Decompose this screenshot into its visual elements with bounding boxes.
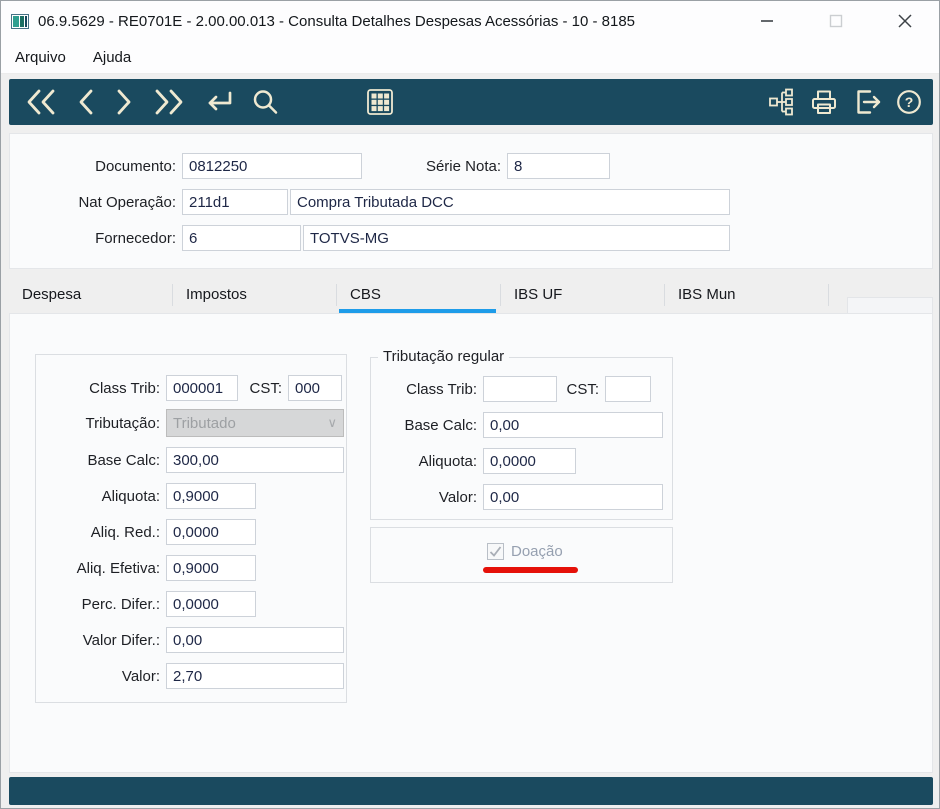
fornecedor-code-input[interactable] (182, 225, 301, 251)
window-title: 06.9.5629 - RE0701E - 2.00.00.013 - Cons… (38, 12, 636, 30)
valor-label: Valor: (121, 667, 160, 685)
valor-input[interactable] (166, 663, 344, 689)
maximize-button[interactable] (801, 1, 870, 41)
help-icon[interactable]: ? (895, 88, 923, 116)
close-button[interactable] (870, 1, 939, 41)
exit-icon[interactable] (852, 88, 882, 116)
tab-cbs[interactable]: CBS (337, 279, 501, 313)
tributacao-regular-title: Tributação regular (378, 348, 510, 365)
tributacao-label: Tributação: (85, 414, 160, 432)
tab-ibs-uf[interactable]: IBS UF (501, 279, 665, 313)
menu-item-ajuda[interactable]: Ajuda (93, 49, 131, 66)
menu-item-arquivo[interactable]: Arquivo (15, 49, 66, 66)
tab-impostos[interactable]: Impostos (173, 279, 337, 313)
class-trib-label: Class Trib: (89, 379, 160, 397)
search-icon[interactable] (251, 88, 279, 116)
regular-class-trib-label: Class Trib: (406, 380, 477, 398)
maximize-icon (829, 14, 842, 28)
regular-aliquota-label: Aliquota: (418, 452, 477, 470)
base-calc-input[interactable] (166, 447, 344, 473)
title-bar: 06.9.5629 - RE0701E - 2.00.00.013 - Cons… (1, 1, 939, 41)
class-trib-input[interactable] (166, 375, 238, 401)
fornecedor-label: Fornecedor: (95, 229, 176, 247)
last-record-icon[interactable] (151, 87, 185, 117)
documento-input[interactable] (182, 153, 362, 179)
toolbar-right-group: ? (768, 88, 923, 116)
menu-bar: Arquivo Ajuda (1, 41, 939, 74)
nat-operacao-label: Nat Operação: (78, 193, 176, 211)
cbs-tab-panel: Class Trib: CST: Tributação: Tributado ∨… (9, 313, 933, 773)
window-controls (732, 1, 939, 41)
next-record-icon[interactable] (113, 87, 135, 117)
aliq-red-input[interactable] (166, 519, 256, 545)
nat-operacao-code-input[interactable] (182, 189, 288, 215)
aliquota-label: Aliquota: (101, 487, 160, 505)
doacao-checkbox[interactable] (487, 543, 504, 560)
valor-difer-label: Valor Difer.: (82, 631, 160, 649)
regular-class-trib-input[interactable] (483, 376, 557, 402)
perc-difer-label: Perc. Difer.: (81, 595, 160, 613)
annotation-red-underline (483, 567, 578, 573)
regular-cst-input[interactable] (605, 376, 651, 402)
footer-bar (9, 777, 933, 805)
tab-ibs-mun[interactable]: IBS Mun (665, 279, 829, 313)
aliq-efetiva-input[interactable] (166, 555, 256, 581)
regular-cst-label: CST: (566, 380, 599, 398)
first-record-icon[interactable] (25, 87, 59, 117)
chevron-down-icon: ∨ (327, 415, 337, 430)
svg-text:?: ? (905, 94, 914, 110)
tab-despesa[interactable]: Despesa (9, 279, 173, 313)
aliquota-input[interactable] (166, 483, 256, 509)
tributacao-select[interactable]: Tributado ∨ (166, 409, 344, 437)
close-icon (897, 14, 912, 28)
valor-difer-input[interactable] (166, 627, 344, 653)
fornecedor-desc-input[interactable] (303, 225, 730, 251)
serie-nota-label: Série Nota: (425, 157, 501, 175)
previous-record-icon[interactable] (75, 87, 97, 117)
minimize-icon (760, 20, 773, 22)
tab-bar: Despesa Impostos CBS IBS UF IBS Mun (9, 279, 933, 313)
cst-label: CST: (249, 379, 282, 397)
cst-input[interactable] (288, 375, 342, 401)
tributacao-regular-group: Tributação regular Class Trib: CST: Base… (370, 348, 673, 520)
tab-bar-corner (847, 297, 933, 313)
regular-base-calc-label: Base Calc: (404, 416, 477, 434)
regular-aliquota-input[interactable] (483, 448, 576, 474)
doacao-label: Doação (511, 543, 563, 560)
app-icon (11, 13, 29, 29)
cbs-fields-group: Class Trib: CST: Tributação: Tributado ∨… (35, 354, 347, 703)
regular-base-calc-input[interactable] (483, 412, 663, 438)
regular-valor-input[interactable] (483, 484, 663, 510)
minimize-button[interactable] (732, 1, 801, 41)
doacao-group: Doação (370, 527, 673, 583)
grid-browse-icon[interactable] (366, 88, 394, 116)
toolbar: ? (9, 79, 933, 125)
base-calc-label: Base Calc: (87, 451, 160, 469)
serie-nota-input[interactable] (507, 153, 610, 179)
check-icon (489, 546, 502, 557)
enter-confirm-icon[interactable] (201, 87, 235, 117)
app-window: 06.9.5629 - RE0701E - 2.00.00.013 - Cons… (0, 0, 940, 809)
regular-valor-label: Valor: (438, 488, 477, 506)
document-header-panel: Documento: Série Nota: Nat Operação: For… (9, 133, 933, 269)
tributacao-value: Tributado (173, 414, 236, 432)
aliq-red-label: Aliq. Red.: (90, 523, 160, 541)
aliq-efetiva-label: Aliq. Efetiva: (76, 559, 160, 577)
print-icon[interactable] (809, 88, 839, 116)
perc-difer-input[interactable] (166, 591, 256, 617)
nat-operacao-desc-input[interactable] (290, 189, 730, 215)
documento-label: Documento: (95, 157, 176, 175)
related-tree-icon[interactable] (768, 88, 796, 116)
